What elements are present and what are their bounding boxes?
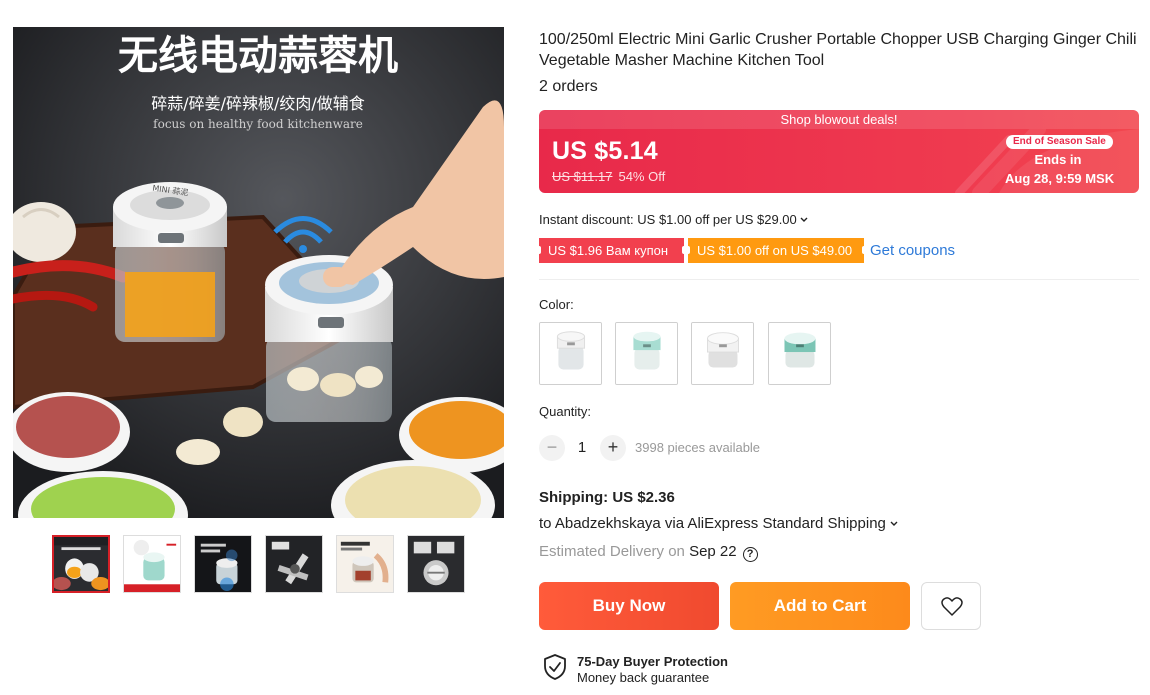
instant-discount-dropdown[interactable]: Instant discount: US $1.00 off per US $2… [539,212,808,227]
add-to-cart-button[interactable]: Add to Cart [730,582,910,630]
color-option-3[interactable] [691,322,754,385]
deal-banner[interactable]: Shop blowout deals! US $5.14 US $11.17 54… [539,110,1139,193]
quantity-increase-button[interactable]: + [600,435,626,461]
color-option-2[interactable] [615,322,678,385]
quantity-value[interactable]: 1 [571,435,593,461]
color-label: Color: [539,297,574,312]
help-icon[interactable]: ? [742,547,758,562]
section-divider [539,279,1139,280]
chopper-white-icon [692,323,753,384]
quantity-decrease-button[interactable]: − [539,435,565,461]
thumbnail-image [337,536,393,592]
main-product-image[interactable]: 无线电动蒜蓉机 碎蒜/碎姜/碎辣椒/绞肉/做辅食 focus on health… [13,27,504,518]
chopper-teal-icon [769,323,830,384]
shipping-cost: Shipping: US $2.36 [539,489,675,506]
thumbnail-1[interactable] [52,535,110,593]
thumbnail-5[interactable] [336,535,394,593]
shipping-destination: to Abadzekhskaya via AliExpress Standard… [539,515,886,532]
thumbnail-image [195,536,251,592]
coupon-store[interactable]: US $1.96 Вам купон [537,238,686,263]
wishlist-button[interactable] [921,582,981,630]
protection-subtitle: Money back guarantee [577,670,710,685]
thumbnail-image [266,536,322,592]
ends-date: Aug 28, 9:59 MSK [1005,171,1115,186]
discount-percent: 54% Off [618,169,666,184]
thumbnail-image [54,537,108,591]
thumbnail-image [408,536,464,592]
shield-check-icon [544,654,566,680]
deal-banner-title: Shop blowout deals! [539,110,1139,129]
color-option-1[interactable] [539,322,602,385]
thumbnail-6[interactable] [407,535,465,593]
stock-available: 3998 pieces available [635,440,761,455]
protection-title: 75-Day Buyer Protection [577,654,728,669]
buyer-protection: 75-Day Buyer Protection Money back guara… [543,654,728,685]
thumbnail-2[interactable] [123,535,181,593]
estimated-delivery: Estimated Delivery on Sep 22? [539,543,758,562]
chevron-down-icon [890,521,898,526]
thumbnail-strip [52,535,472,595]
buy-now-button[interactable]: Buy Now [539,582,719,630]
main-image-heading: 无线电动蒜蓉机 [118,33,398,79]
estimated-delivery-label: Estimated Delivery on [539,543,685,560]
coupon-select[interactable]: US $1.00 off on US $49.00 [686,238,866,263]
sale-price: US $5.14 [552,137,658,165]
color-option-4[interactable] [768,322,831,385]
thumbnail-3[interactable] [194,535,252,593]
main-image-subheading: 碎蒜/碎姜/碎辣椒/绞肉/做辅食 [151,94,365,113]
season-sale-badge: End of Season Sale [1006,135,1113,149]
chevron-down-icon [800,217,808,222]
heart-icon [941,597,963,616]
get-coupons-link[interactable]: Get coupons [870,242,955,259]
quantity-label: Quantity: [539,404,592,419]
original-price: US $11.17 [552,169,613,184]
chopper-mint-icon [616,323,677,384]
instant-discount-text: Instant discount: US $1.00 off per US $2… [539,212,797,227]
order-count: 2 orders [539,78,598,95]
thumbnail-4[interactable] [265,535,323,593]
product-title: 100/250ml Electric Mini Garlic Crusher P… [539,31,1137,69]
shipping-destination-dropdown[interactable]: to Abadzekhskaya via AliExpress Standard… [539,515,898,532]
main-image-tagline: focus on healthy food kitchenware [153,117,363,131]
thumbnail-image [124,536,180,592]
ends-in-label: Ends in [1034,152,1082,167]
main-image-illustration: 无线电动蒜蓉机 碎蒜/碎姜/碎辣椒/绞肉/做辅食 focus on health… [13,27,504,518]
estimated-delivery-date: Sep 22 [689,543,737,560]
chopper-white-clear-icon [540,323,601,384]
price-details: US $11.17 54% Off [552,169,665,184]
